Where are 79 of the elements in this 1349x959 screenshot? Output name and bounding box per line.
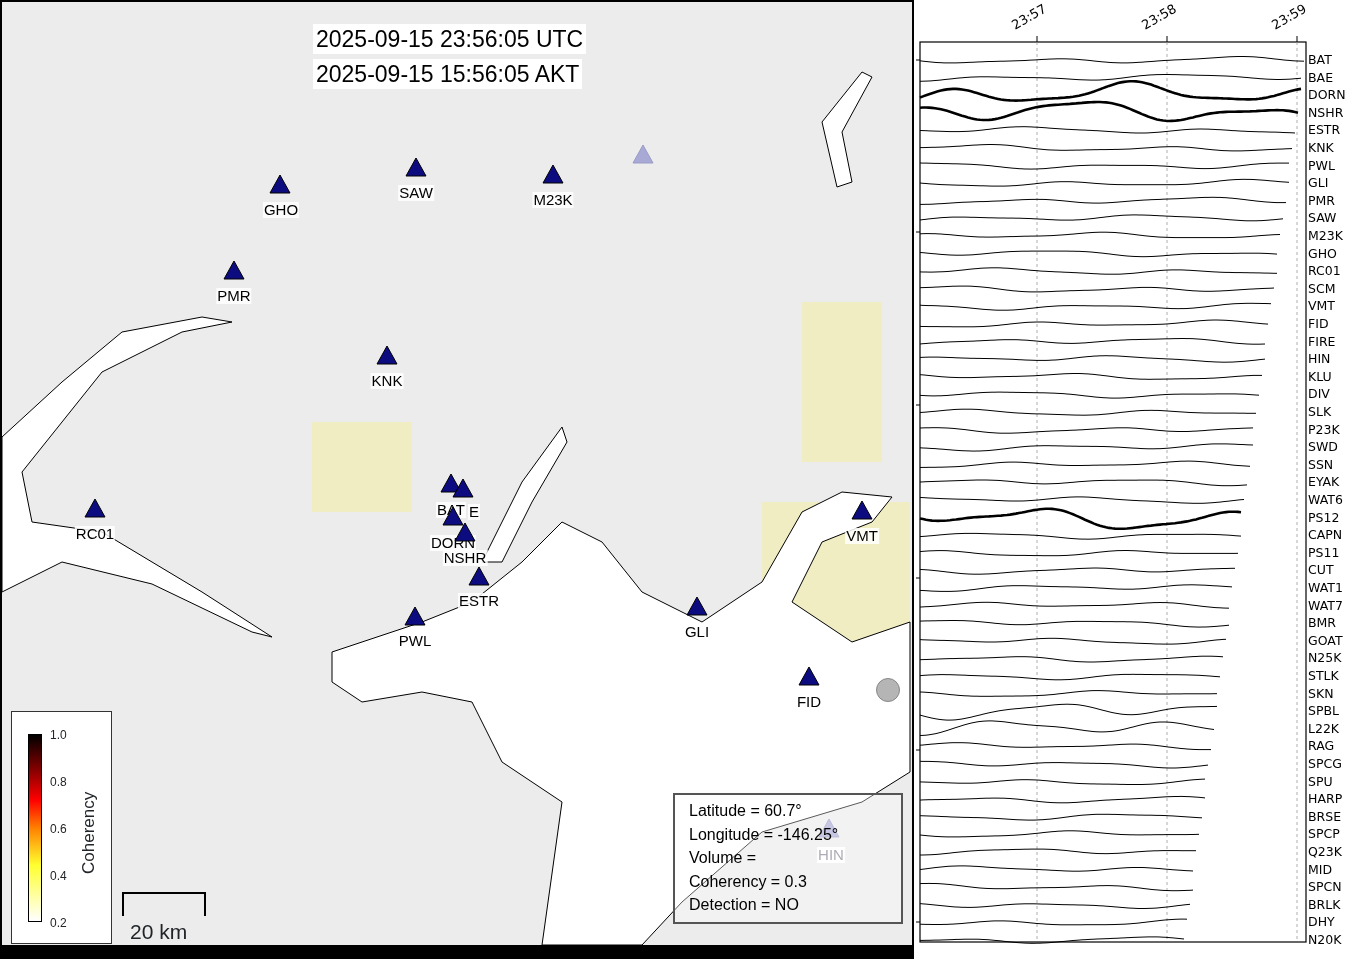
station-label: SAW <box>398 185 434 201</box>
colorbar-tick-label: 0.6 <box>50 823 67 835</box>
timestamp-label: 2025-09-15 15:56:05 AKT <box>313 59 583 89</box>
station-label: PMR <box>216 288 252 304</box>
station-label: ESTR <box>458 593 500 609</box>
station-code-label: DIV <box>1308 386 1330 402</box>
station-code-label: GLI <box>1308 175 1329 191</box>
info-text: Detection = NO <box>689 895 799 915</box>
colorbar-tick-label: 0.4 <box>50 870 67 882</box>
station-code-label: CAPN <box>1308 527 1343 543</box>
station-code-label: BMR <box>1308 615 1337 631</box>
station-code-label: NSHR <box>1308 104 1344 120</box>
station-code-label: DHY <box>1308 914 1335 930</box>
station-label: M23K <box>532 192 574 208</box>
station-code-label: BRLK <box>1308 896 1341 912</box>
station-code-label: BAT <box>1308 52 1332 67</box>
station-code-label: SCM <box>1308 280 1336 296</box>
station-label: KNK <box>370 373 404 389</box>
station-code-label: SAW <box>1308 210 1337 226</box>
station-code-label: GOAT <box>1308 632 1343 648</box>
station-code-label: FID <box>1308 316 1329 331</box>
station-code-label: CUT <box>1308 562 1334 578</box>
station-code-label: WAT7 <box>1308 597 1343 613</box>
station-code-label: L22K <box>1308 720 1340 736</box>
station-label: FID <box>795 694 823 710</box>
station-label: PWL <box>397 633 433 649</box>
station-code-label: N25K <box>1308 650 1342 666</box>
station-label: GLI <box>683 624 711 640</box>
station-code-label: WAT1 <box>1308 580 1343 595</box>
info-text: Latitude = 60.7° <box>689 801 802 821</box>
timestamp-label: 2025-09-15 23:56:05 UTC <box>313 24 587 54</box>
station-code-label: STLK <box>1308 668 1339 683</box>
station-label: NSHR <box>442 550 488 566</box>
station-code-label: RC01 <box>1308 263 1341 279</box>
station-code-label: PS11 <box>1308 544 1340 560</box>
station-code-label: ESTR <box>1308 122 1341 138</box>
station-label: HIN <box>817 847 845 863</box>
station-code-label: RAG <box>1308 738 1335 754</box>
station-code-label: HIN <box>1308 351 1331 367</box>
station-label: RC01 <box>74 526 116 542</box>
station-code-label: BRSE <box>1308 808 1342 824</box>
station-code-label: PWL <box>1308 157 1335 173</box>
station-code-label: PMR <box>1308 192 1335 208</box>
station-code-label: MID <box>1308 861 1333 877</box>
station-code-label: N20K <box>1308 932 1342 947</box>
station-label: GHO <box>262 202 300 218</box>
station-code-label: WAT6 <box>1308 492 1343 507</box>
colorbar-tick-label: 0.2 <box>50 917 67 929</box>
station-code-label: VMT <box>1308 298 1335 314</box>
station-code-label: EYAK <box>1308 474 1340 490</box>
station-code-label: SSN <box>1308 456 1334 472</box>
info-text: Longitude = -146.25° <box>689 824 839 845</box>
station-code-label: SPBL <box>1308 703 1339 719</box>
station-code-label: SPCP <box>1308 826 1340 842</box>
station-code-label: SPU <box>1308 773 1333 789</box>
station-code-label: PS12 <box>1308 509 1340 525</box>
station-code-label: SPCN <box>1308 879 1342 895</box>
station-code-label: GHO <box>1308 245 1337 261</box>
station-code-label: Q23K <box>1308 844 1342 859</box>
station-code-label: SWD <box>1308 439 1338 455</box>
info-text: Volume = <box>689 848 757 868</box>
info-text: Coherency = 0.3 <box>689 871 807 892</box>
station-code-label: SPCG <box>1308 756 1342 771</box>
station-label: VMT <box>845 528 879 544</box>
station-code-label: FIRE <box>1308 333 1336 349</box>
station-code-label: SKN <box>1308 685 1334 701</box>
station-code-label: SLK <box>1308 404 1332 419</box>
station-code-label: DORN <box>1308 87 1346 103</box>
station-code-label: P23K <box>1308 421 1340 437</box>
station-code-label: HARP <box>1308 791 1343 807</box>
colorbar-tick-label: 1.0 <box>50 729 67 741</box>
colorbar-title: Coherency <box>78 791 99 874</box>
station-label: E <box>468 504 480 520</box>
colorbar-tick-label: 0.8 <box>50 776 67 788</box>
scale-bar-label: 20 km <box>130 920 188 944</box>
station-code-label: BAE <box>1308 69 1334 85</box>
station-code-label: KNK <box>1308 140 1334 155</box>
station-code-label: M23K <box>1308 228 1343 243</box>
station-code-label: KLU <box>1308 368 1332 384</box>
